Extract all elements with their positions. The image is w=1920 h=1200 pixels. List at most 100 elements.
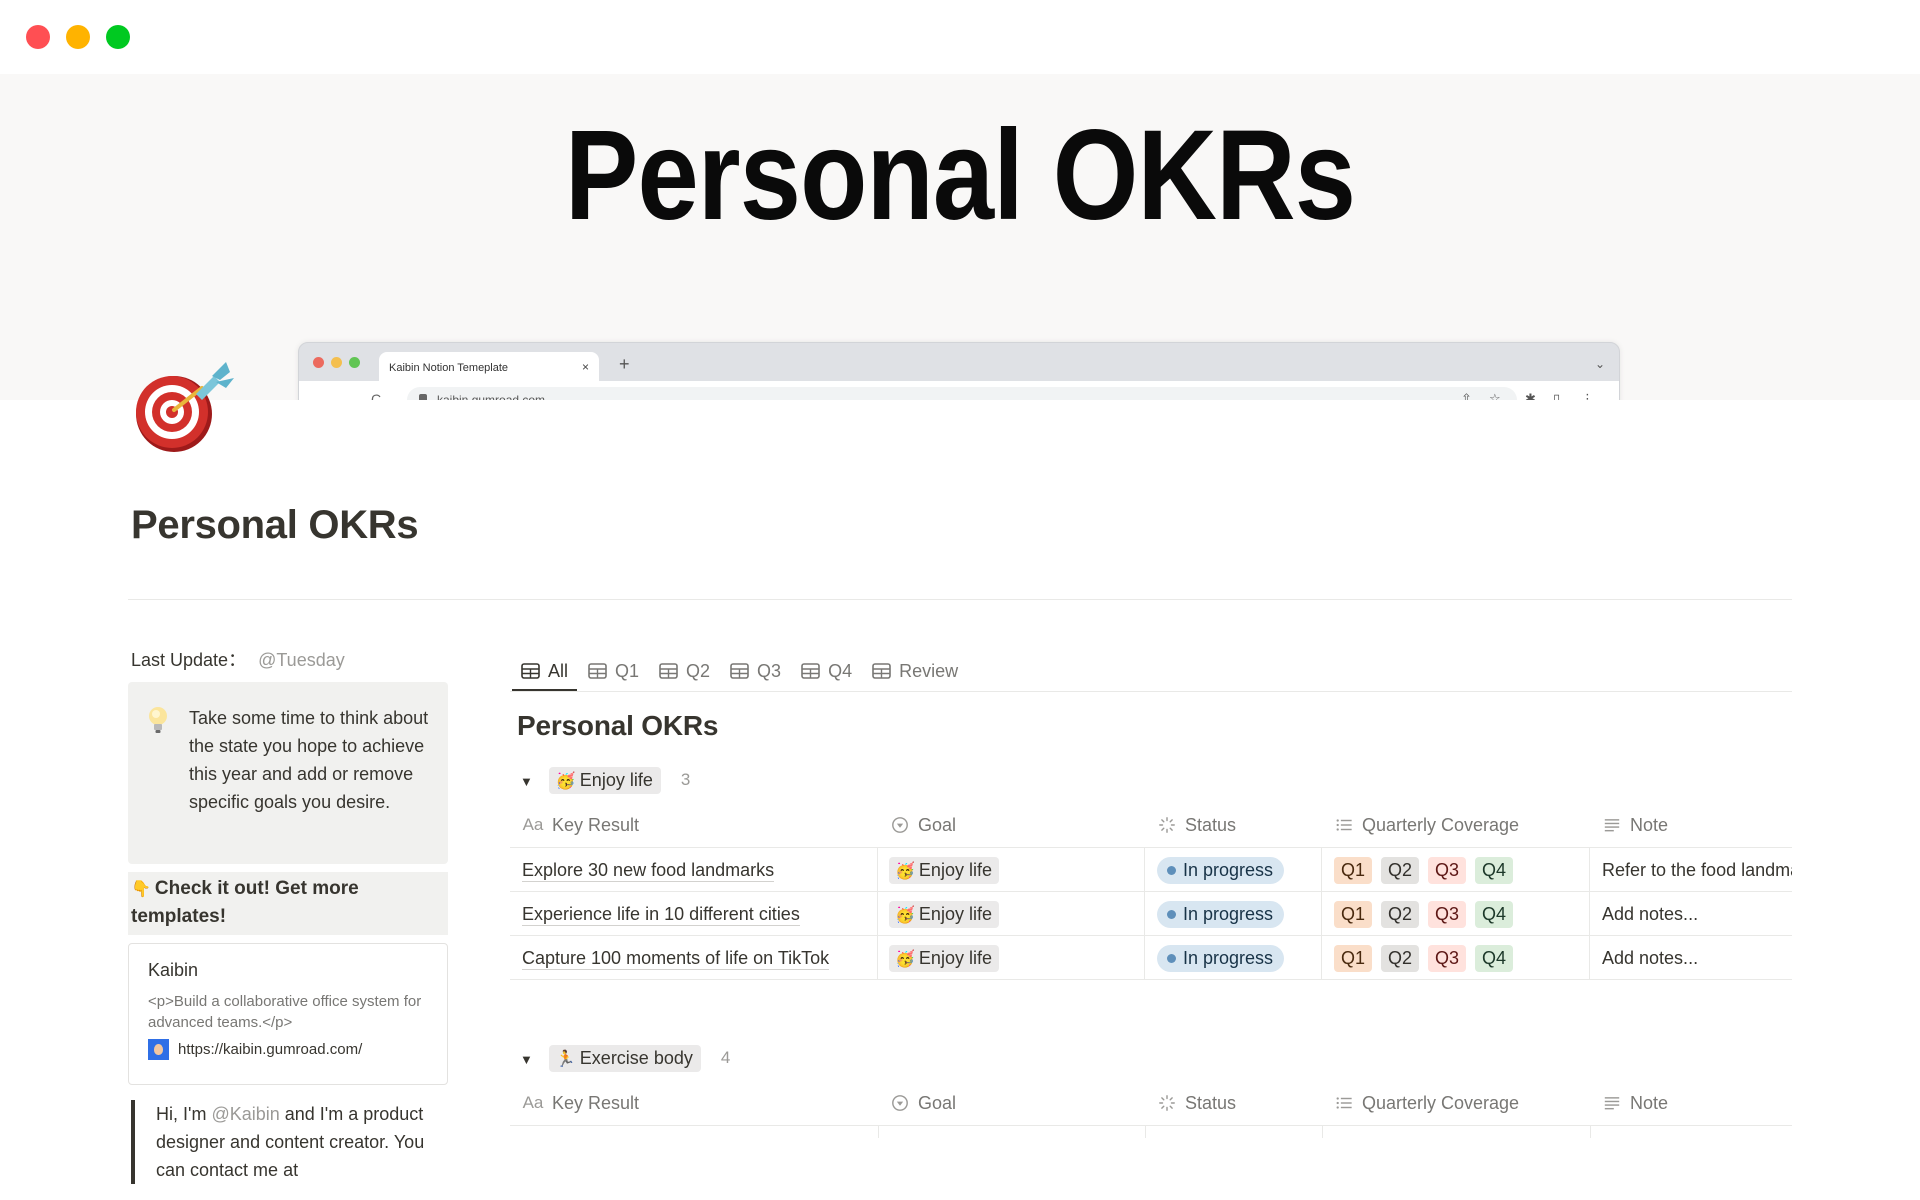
note-cell[interactable]: Add notes... [1590,936,1792,980]
callout-text: Take some time to think about the state … [189,708,429,812]
status-dot-icon [1167,953,1176,963]
note-cell[interactable]: Refer to the food landmarks [1590,848,1792,892]
quarterly-coverage-cell[interactable]: Q1 Q2 Q3 Q4 [1322,892,1590,936]
quarter-tag-q1: Q1 [1334,900,1373,928]
collapse-caret-icon[interactable]: ▼ [520,1052,533,1067]
select-icon [892,817,908,833]
last-update-date-mention[interactable]: @Tuesday [258,650,345,670]
column-header-key-result[interactable]: Aa Key Result [522,1080,639,1126]
note-text: Add notes... [1602,947,1699,968]
text-aa-icon: Aa [522,1093,544,1112]
last-update-label: Last Update： [131,650,247,670]
status-cell[interactable]: In progress [1145,892,1322,936]
close-icon: × [581,360,589,374]
status-badge: In progress [1157,944,1285,972]
column-header-goal[interactable]: Goal [890,1080,956,1126]
quarterly-coverage-cell[interactable]: Q1 Q2 Q3 Q4 [1322,936,1590,980]
bookmark-card[interactable]: Kaibin <p>Build a collaborative office s… [128,943,448,1085]
mock-close-dot [313,357,324,368]
tab-q1[interactable]: Q1 [579,652,648,690]
status-icon [1159,817,1175,833]
status-cell[interactable]: In progress [1145,936,1322,980]
more-templates-heading: 👇 Check it out! Get more templates! [128,872,448,935]
status-cell[interactable]: In progress [1145,848,1322,892]
select-icon [892,1095,908,1111]
key-result-cell[interactable]: Explore 30 new food landmarks [510,848,878,892]
mock-url-bar: kaibin.gumroad.com [407,387,1517,400]
mock-maximize-dot [349,357,360,368]
note-cell[interactable]: Add notes... [1590,892,1792,936]
bookmark-link[interactable]: https://kaibin.gumroad.com/ [148,1039,427,1060]
table-icon [521,663,540,679]
list-icon [1336,819,1352,831]
goal-cell[interactable]: 🥳 Enjoy life [878,892,1145,936]
database-title[interactable]: Personal OKRs [517,710,718,742]
status-label: In progress [1183,947,1274,968]
column-header-status[interactable]: Status [1157,1080,1236,1126]
goal-tag: 🥳 Enjoy life [889,900,999,928]
key-result-cell[interactable]: Experience life in 10 different cities [510,892,878,936]
status-badge: In progress [1157,900,1285,928]
status-dot-icon [1167,865,1176,875]
row-stub [510,1126,1792,1138]
tab-review[interactable]: Review [863,652,967,690]
extensions-icon: ✱ [1525,391,1536,400]
plus-icon: + [619,354,630,374]
quarter-tag-q4: Q4 [1475,856,1514,884]
page-cover: Personal OKRs Kaibin Notion Temeplate × … [0,74,1920,400]
quarter-tag-q1: Q1 [1334,944,1373,972]
column-header-key-result[interactable]: Aa Key Result [522,802,639,848]
lock-icon [419,394,427,400]
key-result-title[interactable]: Experience life in 10 different cities [522,903,800,926]
column-header-quarterly-coverage[interactable]: Quarterly Coverage [1334,802,1519,848]
quarter-tag-q4: Q4 [1475,944,1514,972]
bookmark-description: <p>Build a collaborative office system f… [148,993,422,1031]
key-result-title[interactable]: Capture 100 moments of life on TikTok [522,947,830,970]
tab-label: Q2 [686,660,711,681]
target-dart-icon[interactable] [130,358,242,458]
cover-title: Personal OKRs [564,104,1356,247]
table-row[interactable]: Capture 100 moments of life on TikTok 🥳 En… [510,936,1792,980]
intro-quote: Hi, I'm @Kaibin and I'm a product design… [131,1100,451,1184]
quarter-tag-q4: Q4 [1475,900,1514,928]
tabs-divider [510,691,1792,692]
text-lines-icon [1604,819,1620,832]
mock-address-row: ← → C kaibin.gumroad.com ⇧ ☆ ✱ ▯ ⋮ [299,381,1619,400]
key-result-title[interactable]: Explore 30 new food landmarks [522,859,775,882]
table-icon [730,663,749,679]
cover-browser-mockup: Kaibin Notion Temeplate × + ⌄ ← → C kaib… [298,342,1620,400]
table-row[interactable]: Experience life in 10 different cities 🥳 E… [510,892,1792,936]
goal-cell[interactable]: 🥳 Enjoy life [878,936,1145,980]
user-mention[interactable]: @Kaibin [211,1104,279,1124]
column-header-note[interactable]: Note [1602,1080,1668,1126]
column-header-status[interactable]: Status [1157,802,1236,848]
quarterly-coverage-cell[interactable]: Q1 Q2 Q3 Q4 [1322,848,1590,892]
tab-label: Q1 [615,660,640,681]
tab-all[interactable]: All [512,652,578,692]
column-header-goal[interactable]: Goal [890,802,956,848]
partying-face-icon: 🥳 [895,904,915,924]
tab-q3[interactable]: Q3 [721,652,790,690]
group-name: Enjoy life [579,769,653,790]
reload-icon: C [371,391,382,400]
mock-tab-title: Kaibin Notion Temeplate [389,362,509,374]
goal-cell[interactable]: 🥳 Enjoy life [878,848,1145,892]
column-label: Key Result [552,1092,640,1113]
group-name: Exercise body [579,1047,693,1068]
column-header-note[interactable]: Note [1602,802,1668,848]
quarter-tag-q2: Q2 [1381,856,1420,884]
goal-label: Enjoy life [918,859,992,880]
window-close-button[interactable] [26,25,50,49]
tab-q2[interactable]: Q2 [650,652,719,690]
quarter-tag-q1: Q1 [1334,856,1373,884]
collapse-caret-icon[interactable]: ▼ [520,774,533,789]
goal-label: Enjoy life [918,947,992,968]
key-result-cell[interactable]: Capture 100 moments of life on TikTok [510,936,878,980]
forward-arrow-icon: → [341,391,355,400]
window-maximize-button[interactable] [106,25,130,49]
tab-q4[interactable]: Q4 [792,652,861,690]
column-header-quarterly-coverage[interactable]: Quarterly Coverage [1334,1080,1519,1126]
table-row[interactable]: Explore 30 new food landmarks 🥳 Enjoy life… [510,848,1792,892]
window-minimize-button[interactable] [66,25,90,49]
page-title: Personal OKRs [131,503,419,547]
